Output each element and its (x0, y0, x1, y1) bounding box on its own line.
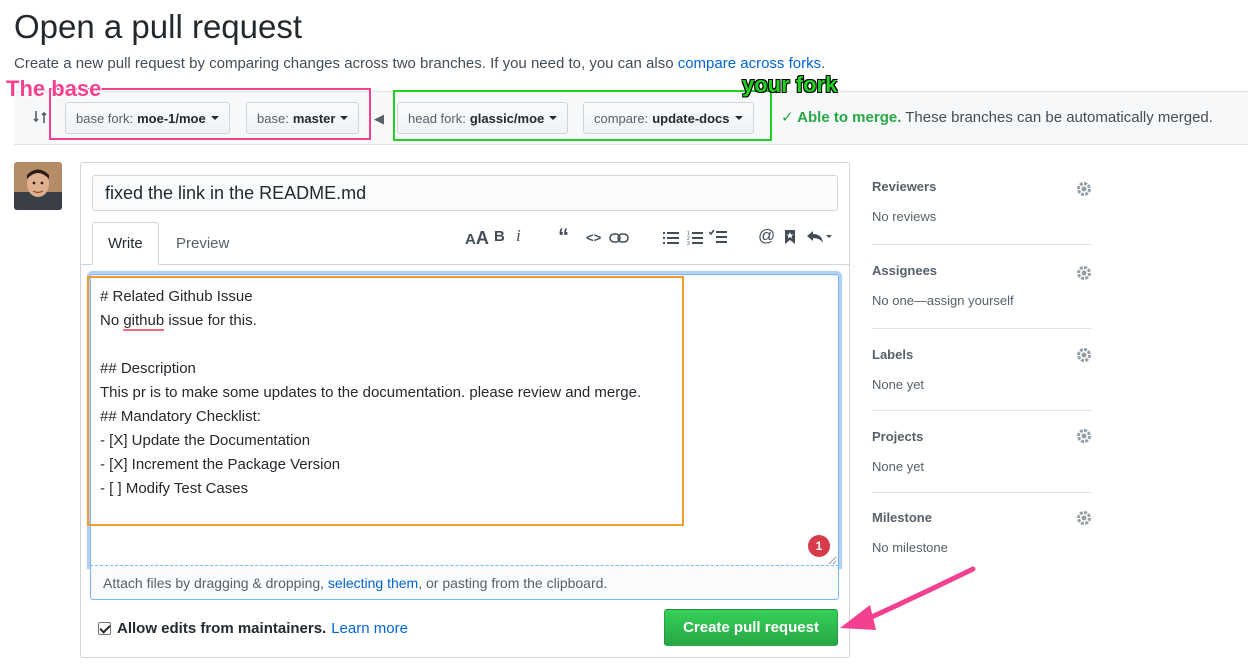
link-icon[interactable] (609, 231, 629, 245)
page-title: Open a pull request (14, 8, 303, 45)
sidebar-projects[interactable]: Projects None yet (872, 429, 1092, 474)
selecting-them-link[interactable]: selecting them (328, 575, 418, 591)
merge-text: These branches can be automatically merg… (901, 109, 1213, 126)
reply-icon[interactable] (806, 230, 832, 244)
annotation-base-label: The base (6, 76, 102, 101)
bookmark-icon[interactable] (784, 229, 796, 245)
compare-across-forks-link[interactable]: compare across forks (678, 55, 821, 72)
sidebar-milestone[interactable]: Milestone No milestone (872, 510, 1092, 555)
subtitle-end: . (821, 55, 826, 72)
quote-icon[interactable]: “ (558, 224, 569, 250)
code-icon[interactable]: <> (586, 230, 601, 245)
projects-heading: Projects (872, 429, 924, 444)
task-list-icon[interactable] (709, 229, 727, 245)
svg-text:3: 3 (687, 241, 690, 246)
git-compare-icon (33, 111, 47, 123)
tab-preview[interactable]: Preview (161, 222, 244, 265)
gear-icon[interactable] (1076, 428, 1092, 444)
ordered-list-icon[interactable]: 1 2 3 (687, 230, 703, 246)
subtitle-text: Create a new pull request by comparing c… (14, 55, 678, 72)
sidebar-reviewers[interactable]: Reviewers No reviews (872, 179, 1092, 224)
annotation-fork-label: your fork (742, 72, 838, 97)
sidebar-divider (872, 244, 1092, 245)
tab-write[interactable]: Write (92, 222, 159, 265)
create-pull-request-button[interactable]: Create pull request (664, 609, 838, 646)
reviewers-value: No reviews (872, 209, 937, 224)
milestone-heading: Milestone (872, 510, 932, 525)
arrow-left-icon: ◀ (374, 111, 384, 126)
allow-edits-row: Allow edits from maintainers. Learn more (98, 620, 408, 637)
avatar-image (14, 162, 62, 210)
labels-value: None yet (872, 377, 925, 392)
sidebar-divider (872, 328, 1092, 329)
assignees-value: No one—assign yourself (872, 293, 1014, 308)
attach-files-bar[interactable]: Attach files by dragging & dropping, sel… (90, 565, 839, 600)
reviewers-heading: Reviewers (872, 179, 937, 194)
labels-heading: Labels (872, 347, 914, 362)
header-text-icon[interactable]: AA (465, 228, 489, 249)
avatar (14, 162, 62, 210)
allow-edits-label: Allow edits from maintainers. (117, 620, 327, 637)
notification-badge: 1 (808, 535, 830, 557)
projects-value: None yet (872, 459, 925, 474)
gear-icon[interactable] (1076, 510, 1092, 526)
annotation-body-box (87, 276, 684, 526)
gear-icon[interactable] (1076, 265, 1092, 281)
mention-icon[interactable]: @ (758, 226, 775, 246)
sidebar-labels[interactable]: Labels None yet (872, 347, 1092, 392)
allow-edits-checkbox[interactable] (98, 622, 111, 635)
annotation-fork-box (393, 90, 772, 141)
page-subtitle: Create a new pull request by comparing c… (14, 55, 825, 72)
sidebar-divider (872, 492, 1092, 493)
learn-more-link[interactable]: Learn more (331, 620, 408, 637)
annotation-arrow (840, 566, 976, 630)
gear-icon[interactable] (1076, 347, 1092, 363)
unordered-list-icon[interactable] (663, 231, 679, 245)
bold-icon[interactable]: B (494, 228, 505, 245)
attach-text-pre: Attach files by dragging & dropping, (103, 575, 328, 591)
sidebar-assignees[interactable]: Assignees No one—assign yourself (872, 263, 1092, 308)
attach-text-post: , or pasting from the clipboard. (418, 575, 608, 591)
gear-icon[interactable] (1076, 181, 1092, 197)
milestone-value: No milestone (872, 540, 948, 555)
merge-ok: ✓ Able to merge. (781, 109, 902, 126)
assignees-heading: Assignees (872, 263, 938, 278)
pr-title-input[interactable] (92, 175, 838, 211)
sidebar-divider (872, 410, 1092, 411)
merge-status: ✓ Able to merge. These branches can be a… (781, 108, 1213, 126)
italic-icon[interactable]: i (516, 226, 521, 246)
